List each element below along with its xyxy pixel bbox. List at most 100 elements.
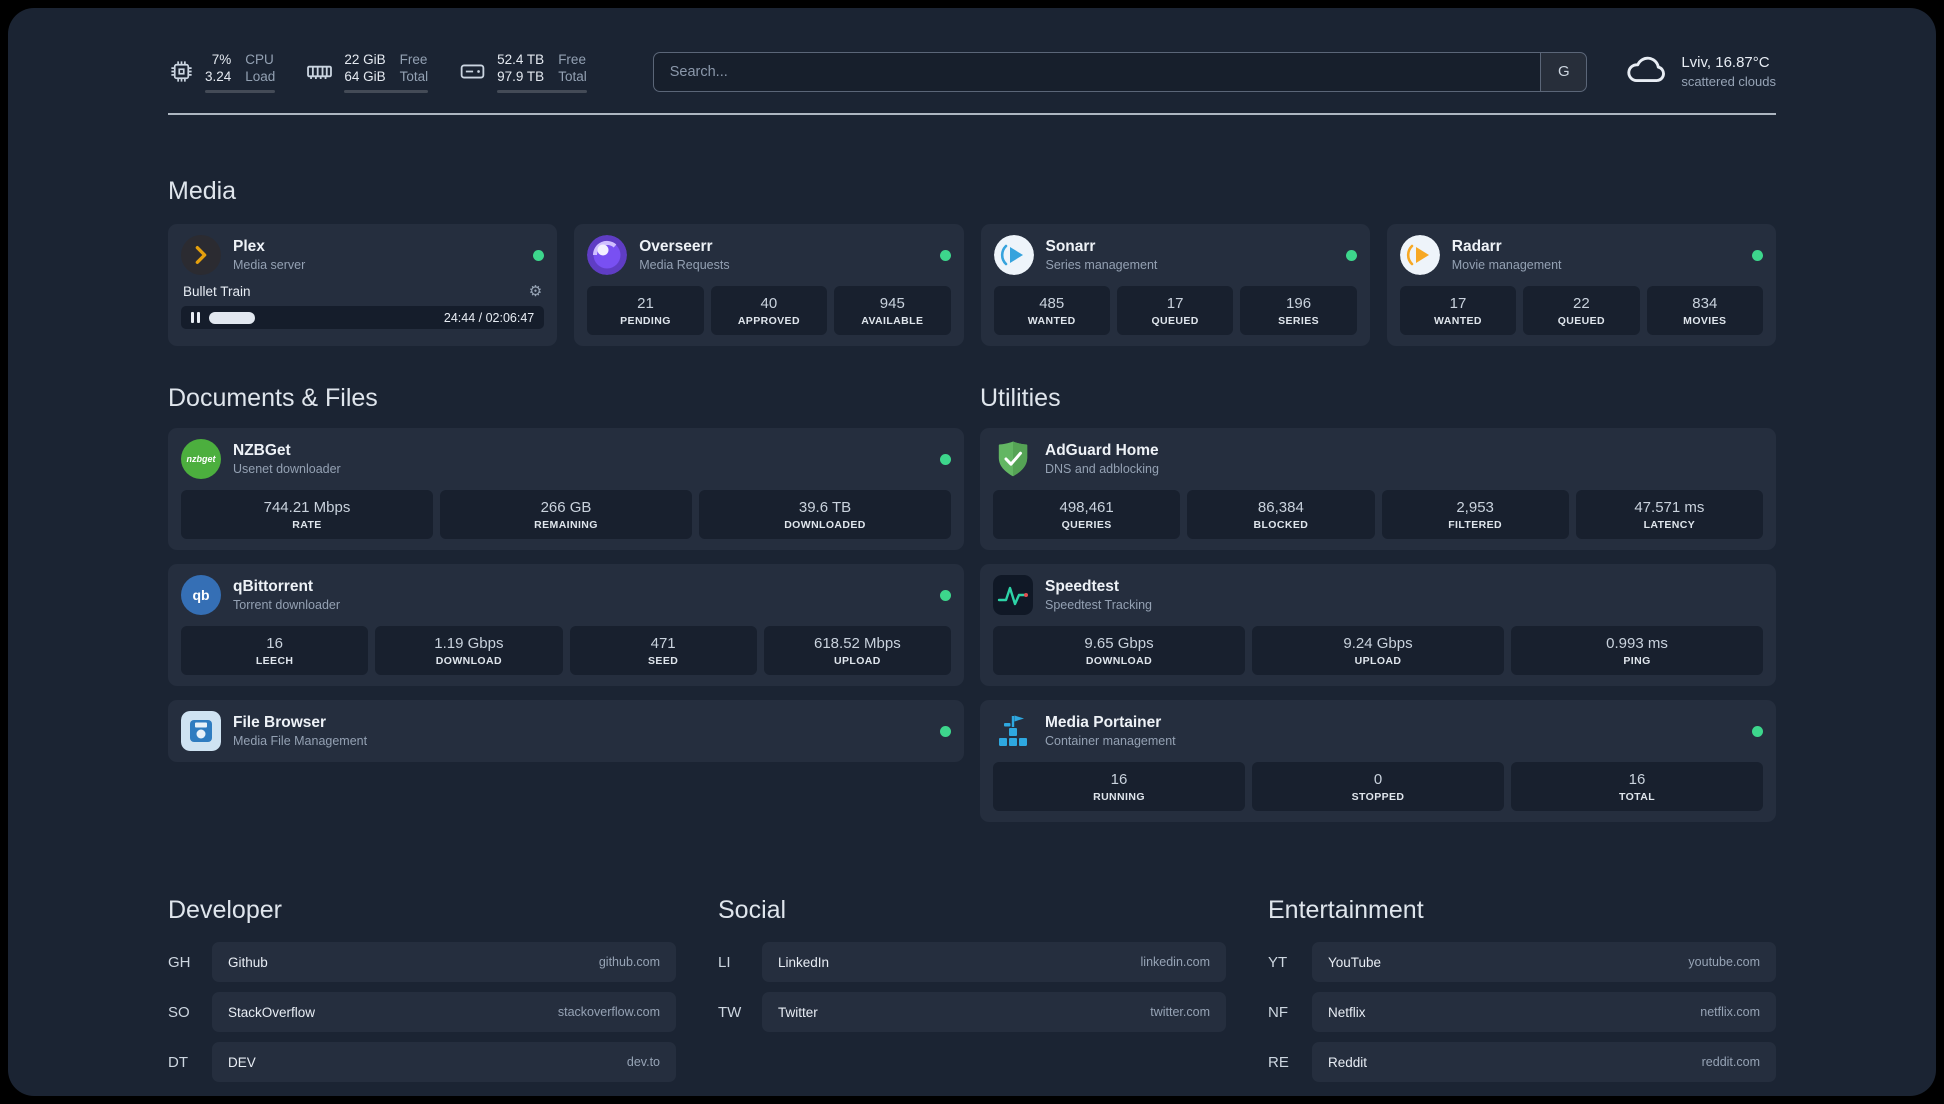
overseerr-icon xyxy=(587,235,628,275)
memory-free-label: Free xyxy=(399,51,428,67)
memory-widget: 22 GiB 64 GiB Free Total xyxy=(305,51,429,93)
section-title-media: Media xyxy=(168,177,237,205)
bookmark-name: StackOverflow xyxy=(228,1004,316,1020)
service-subtitle: Media File Management xyxy=(233,733,368,748)
stat-value: 21 xyxy=(637,295,654,312)
stat-label: SERIES xyxy=(1278,315,1320,327)
stat-value: 39.6 TB xyxy=(798,499,852,516)
service-card-speedtest[interactable]: Speedtest Speedtest Tracking 9.65 Gbps D… xyxy=(980,564,1776,686)
stat-label: AVAILABLE xyxy=(861,315,924,327)
stat-label: QUEUED xyxy=(1151,315,1199,327)
stat-available: 945 AVAILABLE xyxy=(834,286,951,335)
stat-value: 9.24 Gbps xyxy=(1343,635,1413,652)
bookmark-github[interactable]: Github github.com xyxy=(212,942,676,982)
bookmark-url: stackoverflow.com xyxy=(557,1005,660,1019)
weather-widget[interactable]: Lviv, 16.87°C scattered clouds xyxy=(1623,46,1776,97)
sonarr-icon xyxy=(993,235,1034,275)
disk-free-value: 52.4 TB xyxy=(497,51,545,67)
service-card-portainer[interactable]: Media Portainer Container management 16 … xyxy=(980,700,1776,822)
cloud-icon xyxy=(1623,46,1669,97)
status-dot xyxy=(939,249,951,261)
stat-value: 16 xyxy=(266,635,283,652)
stat-download: 9.65 Gbps DOWNLOAD xyxy=(993,626,1245,675)
stat-label: STOPPED xyxy=(1351,791,1405,803)
bookmarks-entertainment: Entertainment YT YouTube youtube.com NF … xyxy=(1268,896,1776,1092)
cpu-usage-label: CPU xyxy=(245,51,274,67)
service-card-plex[interactable]: Plex Media server Bullet Train ⚙ 24:44 /… xyxy=(168,224,558,346)
service-card-adguard[interactable]: AdGuard Home DNS and adblocking 498,461 … xyxy=(980,428,1776,550)
dashboard: 7% 3.24 CPU Load 22 GiB 64 GiB Free Tota… xyxy=(8,8,1936,1096)
service-name: Plex xyxy=(233,237,265,255)
service-name: Speedtest xyxy=(1045,577,1120,595)
bookmark-row: RE Reddit reddit.com xyxy=(1268,1042,1776,1082)
status-dot xyxy=(940,453,951,465)
bookmarks-social: Social LI LinkedIn linkedin.com TW Twitt… xyxy=(718,896,1226,1092)
service-subtitle: Speedtest Tracking xyxy=(1045,597,1153,612)
bookmark-row: LI LinkedIn linkedin.com xyxy=(718,942,1226,982)
stat-label: MOVIES xyxy=(1683,315,1727,327)
stat-remaining: 266 GB REMAINING xyxy=(440,490,692,539)
bookmark-reddit[interactable]: Reddit reddit.com xyxy=(1312,1042,1776,1082)
stat-filtered: 2,953 FILTERED xyxy=(1381,490,1569,539)
bookmark-abbr: DT xyxy=(168,1053,188,1071)
bookmark-abbr: RE xyxy=(1268,1053,1289,1071)
pause-icon[interactable] xyxy=(191,312,200,323)
stat-series: 196 SERIES xyxy=(1240,286,1357,335)
stat-label: PENDING xyxy=(620,315,671,327)
bookmark-youtube[interactable]: YouTube youtube.com xyxy=(1312,942,1776,982)
gear-icon[interactable]: ⚙ xyxy=(529,284,542,299)
bookmark-twitter[interactable]: Twitter twitter.com xyxy=(762,992,1226,1032)
service-name: NZBGet xyxy=(233,441,291,459)
service-name: Sonarr xyxy=(1045,237,1096,255)
status-dot xyxy=(1752,249,1763,261)
cpu-icon xyxy=(168,58,195,85)
bookmark-name: YouTube xyxy=(1328,954,1382,970)
bookmark-netflix[interactable]: Netflix netflix.com xyxy=(1312,992,1776,1032)
stat-value: 945 xyxy=(879,295,905,312)
stat-label: RUNNING xyxy=(1093,791,1145,803)
stat-value: 618.52 Mbps xyxy=(814,635,901,652)
stat-value: 266 GB xyxy=(540,499,592,516)
search-input[interactable] xyxy=(653,52,1541,91)
service-subtitle: Torrent downloader xyxy=(233,597,341,612)
now-playing-title: Bullet Train xyxy=(183,284,251,299)
stat-label: PING xyxy=(1623,655,1651,667)
bookmark-stackoverflow[interactable]: StackOverflow stackoverflow.com xyxy=(212,992,676,1032)
status-dot xyxy=(1345,249,1357,261)
stat-value: 744.21 Mbps xyxy=(263,499,351,516)
service-card-overseerr[interactable]: Overseerr Media Requests 21 PENDING 40 A… xyxy=(574,224,964,346)
bookmark-row: NF Netflix netflix.com xyxy=(1268,992,1776,1032)
memory-usage-bar xyxy=(344,89,429,93)
nzbget-icon: nzbget xyxy=(181,439,221,479)
section-title-utilities: Utilities xyxy=(980,384,1061,412)
bookmark-linkedin[interactable]: LinkedIn linkedin.com xyxy=(762,942,1226,982)
bookmark-row: DT DEV dev.to xyxy=(168,1042,676,1082)
disk-total-value: 97.9 TB xyxy=(497,68,545,84)
service-card-filebrowser[interactable]: File Browser Media File Management xyxy=(168,700,964,762)
stat-value: 471 xyxy=(650,635,676,652)
service-card-qbittorrent[interactable]: qb qBittorrent Torrent downloader 16 LEE… xyxy=(168,564,964,686)
stat-value: 86,384 xyxy=(1257,499,1304,516)
service-name: Media Portainer xyxy=(1045,713,1162,731)
bookmark-name: LinkedIn xyxy=(778,954,830,970)
service-card-sonarr[interactable]: Sonarr Series management 485 WANTED 17 Q… xyxy=(980,224,1370,346)
playback-progress xyxy=(209,311,255,324)
search-bar: G xyxy=(652,51,1588,92)
bookmark-name: Twitter xyxy=(778,1004,818,1020)
stat-label: BLOCKED xyxy=(1253,519,1309,531)
cpu-widget: 7% 3.24 CPU Load xyxy=(168,51,276,93)
weather-location: Lviv, 16.87°C xyxy=(1681,54,1770,71)
memory-free-value: 22 GiB xyxy=(344,51,386,67)
bookmark-dev[interactable]: DEV dev.to xyxy=(212,1042,676,1082)
service-card-radarr[interactable]: Radarr Movie management 17 WANTED 22 QUE… xyxy=(1386,224,1776,346)
stat-wanted: 17 WANTED xyxy=(1399,286,1517,335)
bookmark-url: linkedin.com xyxy=(1140,955,1210,969)
playback-bar[interactable]: 24:44 / 02:06:47 xyxy=(181,306,545,329)
section-title-social: Social xyxy=(718,896,787,924)
search-provider-button[interactable]: G xyxy=(1540,52,1587,91)
bookmark-url: github.com xyxy=(598,955,660,969)
service-card-nzbget[interactable]: nzbget NZBGet Usenet downloader 744.21 M… xyxy=(168,428,964,550)
stat-value: 834 xyxy=(1692,295,1718,312)
service-subtitle: Container management xyxy=(1045,733,1176,748)
utilities-column: Utilities AdGuard Home DNS and adblockin… xyxy=(980,384,1776,822)
